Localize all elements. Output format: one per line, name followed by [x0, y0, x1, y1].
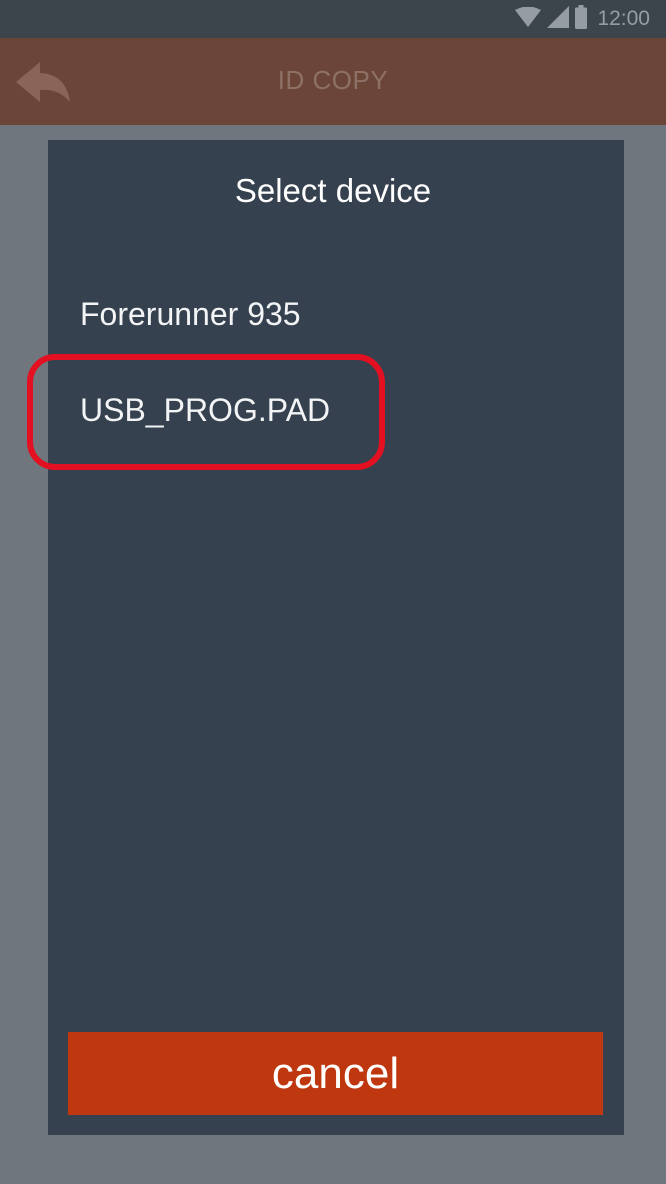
cellular-signal-icon [547, 5, 570, 33]
status-icons: 12:00 [515, 0, 666, 38]
device-item-forerunner-935[interactable]: Forerunner 935 [48, 272, 624, 356]
wifi-icon [515, 6, 542, 32]
device-label: Forerunner 935 [80, 296, 301, 332]
app-title: ID COPY [277, 65, 389, 95]
status-bar: 12:00 [0, 0, 666, 38]
device-item-usb-prog-pad[interactable]: USB_PROG.PAD [48, 368, 624, 452]
status-time: 12:00 [597, 7, 650, 30]
device-label: USB_PROG.PAD [80, 392, 331, 428]
back-button[interactable] [14, 58, 76, 106]
back-arrow-icon [14, 62, 76, 110]
dialog-title: Select device [234, 172, 432, 209]
cancel-button[interactable]: cancel [68, 1032, 603, 1115]
app-bar: ID COPY [0, 38, 666, 125]
battery-icon [575, 4, 588, 34]
